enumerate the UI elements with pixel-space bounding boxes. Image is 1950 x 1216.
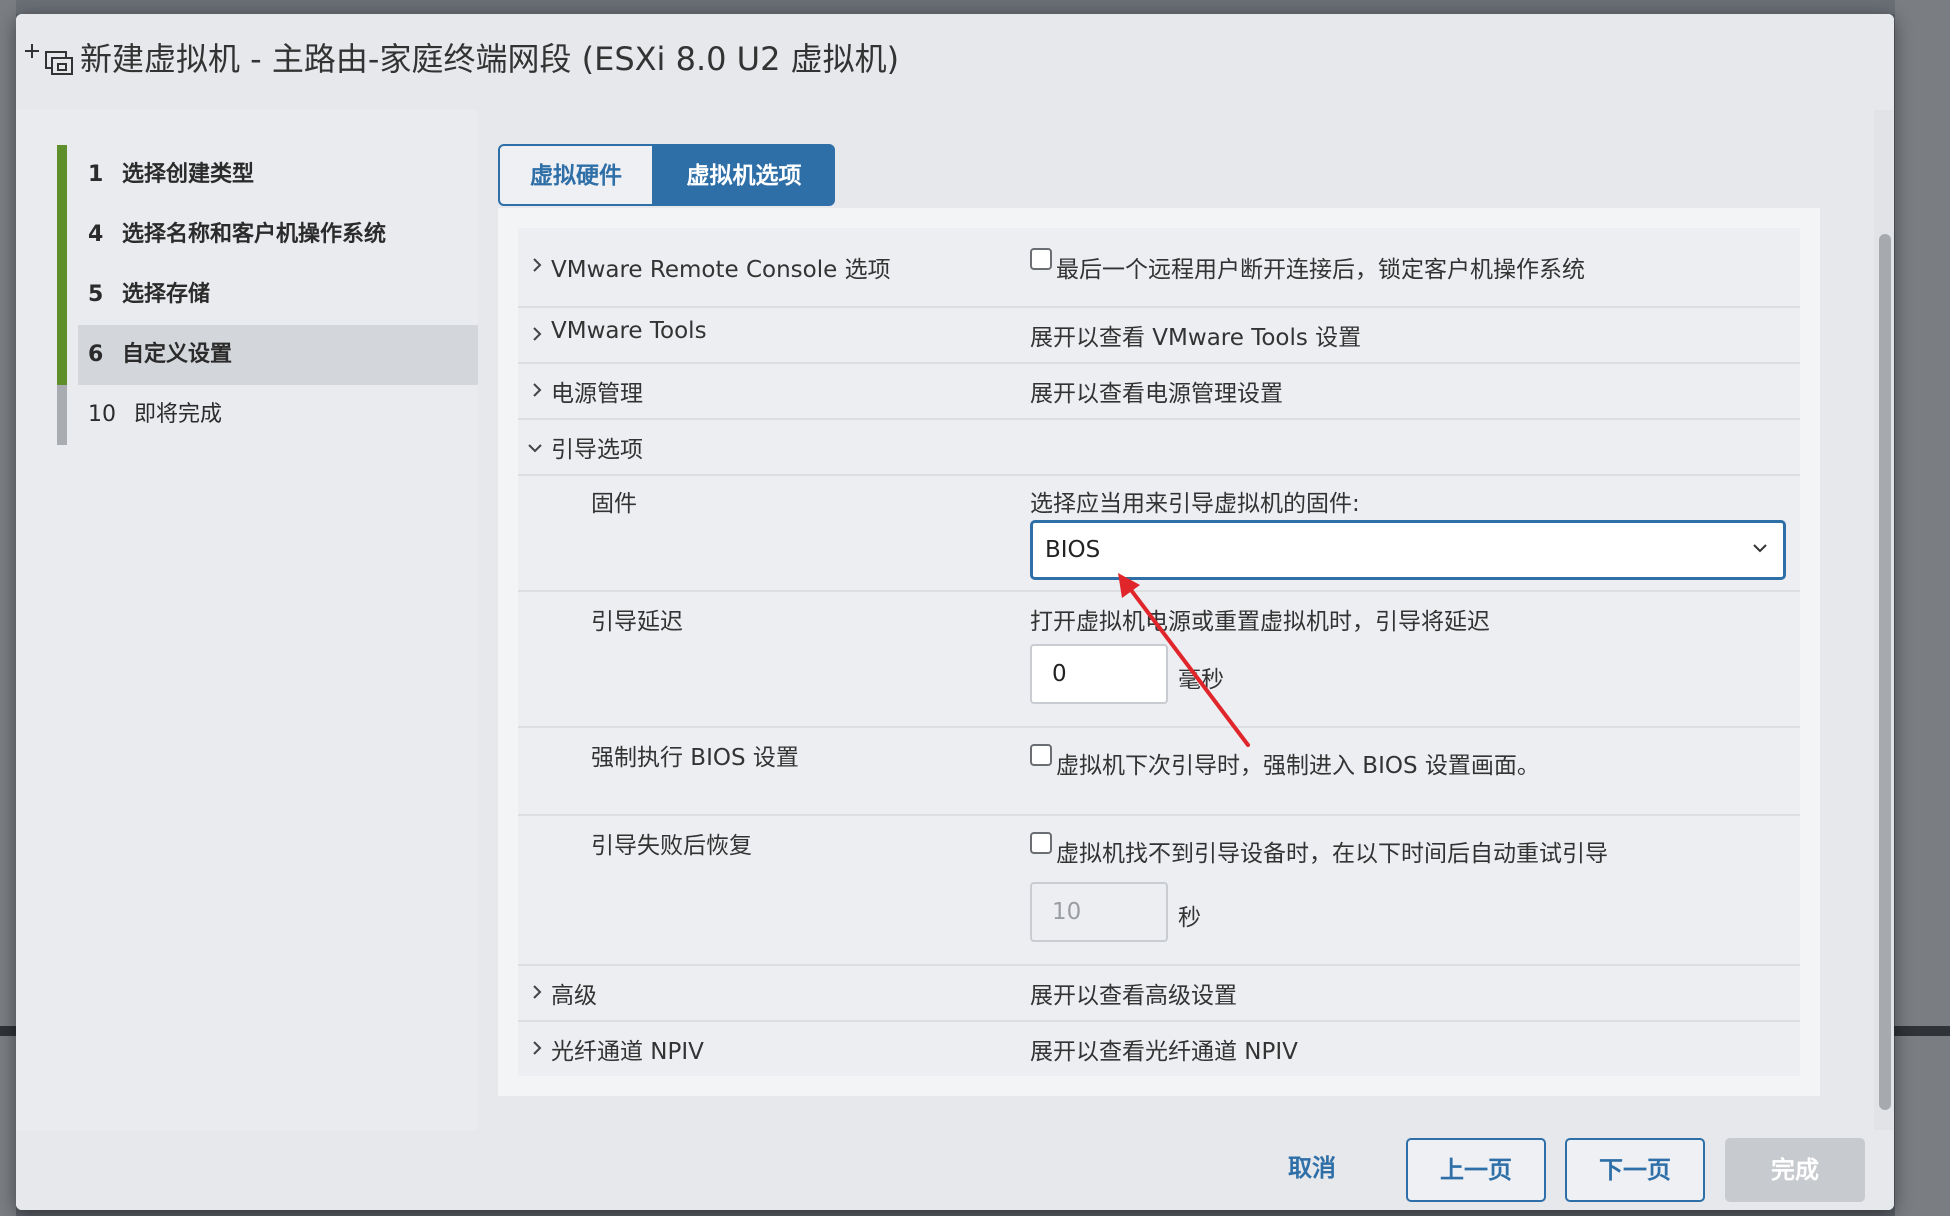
steps-pending-indicator (57, 385, 67, 445)
nav-step-customize-settings[interactable]: 6 自定义设置 (78, 325, 478, 385)
chevron-right-icon (533, 1041, 542, 1055)
chevron-down-icon (528, 444, 542, 453)
nav-step-select-creation-type[interactable]: 1 选择创建类型 (78, 145, 478, 205)
options-row-power: 电源管理 展开以查看电源管理设置 (518, 362, 1800, 418)
options-row-npiv: 光纤通道 NPIV 展开以查看光纤通道 NPIV (518, 1020, 1800, 1076)
background-toolbar (0, 0, 1950, 14)
chevron-right-icon (533, 327, 542, 341)
step-label: 自定义设置 (122, 342, 233, 367)
row-value-cell: 最后一个远程用户断开连接后，锁定客户机操作系统 (1018, 228, 1800, 306)
options-row-boot: 引导选项 (518, 418, 1800, 474)
row-label-cell: 强制执行 BIOS 设置 (518, 728, 1018, 814)
step-number: 4 (88, 222, 104, 247)
step-label: 选择创建类型 (122, 162, 255, 187)
chevron-down-icon (1753, 544, 1767, 553)
dialog-title: 新建虚拟机 - 主路由-家庭终端网段 (ESXi 8.0 U2 虚拟机) (80, 40, 900, 78)
back-button[interactable]: 上一页 (1406, 1138, 1546, 1202)
options-row-boot-delay: 引导延迟 打开虚拟机电源或重置虚拟机时，引导将延迟 0 毫秒 (518, 590, 1800, 726)
dialog-footer: 取消 上一页 下一页 完成 (16, 1130, 1894, 1210)
boot-label: 引导选项 (551, 437, 643, 463)
options-row-vmrc: VMware Remote Console 选项 最后一个远程用户断开连接后，锁… (518, 228, 1800, 306)
boot-recovery-delay-input[interactable]: 10 (1030, 882, 1168, 942)
row-label-cell[interactable]: 高级 (518, 966, 1018, 1020)
scrollbar-thumb[interactable] (1879, 234, 1891, 1110)
cancel-button[interactable]: 取消 (1252, 1138, 1372, 1202)
boot-recovery-label: 引导失败后恢复 (591, 833, 752, 859)
finish-button[interactable]: 完成 (1725, 1138, 1865, 1202)
boot-delay-unit: 毫秒 (1178, 667, 1224, 693)
vmrc-lock-checkbox[interactable] (1030, 248, 1052, 270)
steps-complete-indicator (57, 145, 67, 385)
firmware-select[interactable]: BIOS (1030, 520, 1786, 580)
row-label-cell: 引导失败后恢复 (518, 816, 1018, 964)
step-number: 5 (88, 282, 104, 307)
boot-recovery-unit: 秒 (1178, 905, 1201, 931)
force-bios-checkbox[interactable] (1030, 744, 1052, 766)
nav-step-select-name-os[interactable]: 4 选择名称和客户机操作系统 (78, 205, 478, 265)
row-value-cell: 选择应当用来引导虚拟机的固件: BIOS (1018, 476, 1800, 590)
dialog-header: 新建虚拟机 - 主路由-家庭终端网段 (ESXi 8.0 U2 虚拟机) (16, 14, 1894, 110)
nav-step-select-storage[interactable]: 5 选择存储 (78, 265, 478, 325)
wizard-steps-nav: 1 选择创建类型 4 选择名称和客户机操作系统 5 选择存储 6 自定义设置 10 即将完… (16, 110, 478, 1130)
nav-step-ready-to-complete[interactable]: 10 即将完成 (78, 385, 478, 445)
advanced-label: 高级 (551, 983, 597, 1009)
npiv-value: 展开以查看光纤通道 NPIV (1030, 1039, 1298, 1065)
chevron-right-icon (533, 985, 542, 999)
new-vm-icon (25, 44, 73, 75)
row-label-cell: 引导延迟 (518, 592, 1018, 726)
options-row-firmware: 固件 选择应当用来引导虚拟机的固件: BIOS (518, 474, 1800, 590)
boot-recovery-checkbox[interactable] (1030, 832, 1052, 854)
boot-recovery-checkbox-label: 虚拟机找不到引导设备时，在以下时间后自动重试引导 (1056, 841, 1608, 867)
tools-label: VMware Tools (551, 318, 707, 344)
step-label: 即将完成 (134, 402, 223, 427)
row-label-cell: 固件 (518, 476, 1018, 590)
chevron-right-icon (533, 258, 542, 272)
content-scrollbar[interactable] (1874, 110, 1894, 1130)
row-value-cell: 展开以查看高级设置 (1018, 966, 1800, 1020)
boot-delay-label: 引导延迟 (591, 609, 683, 635)
options-row-boot-recovery: 引导失败后恢复 虚拟机找不到引导设备时，在以下时间后自动重试引导 10 秒 (518, 814, 1800, 964)
row-label-cell[interactable]: 电源管理 (518, 364, 1018, 418)
row-value-cell (1018, 420, 1800, 474)
vmrc-label: VMware Remote Console 选项 (551, 257, 891, 283)
force-bios-label: 强制执行 BIOS 设置 (591, 745, 799, 771)
step-label: 选择存储 (122, 282, 211, 307)
advanced-value: 展开以查看高级设置 (1030, 983, 1237, 1009)
firmware-prompt: 选择应当用来引导虚拟机的固件: (1030, 491, 1360, 517)
tab-vm-options[interactable]: 虚拟机选项 (653, 144, 835, 206)
boot-delay-input[interactable]: 0 (1030, 644, 1168, 704)
options-row-tools: VMware Tools 展开以查看 VMware Tools 设置 (518, 306, 1800, 362)
power-value: 展开以查看电源管理设置 (1030, 381, 1283, 407)
step-label: 选择名称和客户机操作系统 (122, 222, 387, 247)
row-value-cell: 打开虚拟机电源或重置虚拟机时，引导将延迟 0 毫秒 (1018, 592, 1800, 726)
tools-value: 展开以查看 VMware Tools 设置 (1030, 325, 1362, 351)
options-row-force-bios: 强制执行 BIOS 设置 虚拟机下次引导时，强制进入 BIOS 设置画面。 (518, 726, 1800, 814)
row-value-cell: 虚拟机下次引导时，强制进入 BIOS 设置画面。 (1018, 728, 1800, 814)
row-value-cell: 展开以查看光纤通道 NPIV (1018, 1022, 1800, 1076)
npiv-label: 光纤通道 NPIV (551, 1039, 704, 1065)
vmrc-lock-label: 最后一个远程用户断开连接后，锁定客户机操作系统 (1056, 257, 1585, 283)
row-value-cell: 展开以查看 VMware Tools 设置 (1018, 308, 1800, 362)
row-label-cell[interactable]: 光纤通道 NPIV (518, 1022, 1018, 1076)
firmware-label: 固件 (591, 491, 637, 517)
boot-delay-prompt: 打开虚拟机电源或重置虚拟机时，引导将延迟 (1030, 609, 1490, 635)
step-number: 1 (88, 162, 104, 187)
options-row-advanced: 高级 展开以查看高级设置 (518, 964, 1800, 1020)
chevron-right-icon (533, 383, 542, 397)
next-button[interactable]: 下一页 (1565, 1138, 1705, 1202)
force-bios-checkbox-label: 虚拟机下次引导时，强制进入 BIOS 设置画面。 (1056, 753, 1540, 779)
tab-virtual-hardware[interactable]: 虚拟硬件 (498, 144, 654, 206)
row-label-cell[interactable]: 引导选项 (518, 420, 1018, 474)
step-number: 10 (88, 402, 116, 427)
power-label: 电源管理 (551, 381, 643, 407)
row-value-cell: 展开以查看电源管理设置 (1018, 364, 1800, 418)
step-number: 6 (88, 342, 104, 367)
row-label-cell[interactable]: VMware Tools (518, 308, 1018, 362)
row-label-cell[interactable]: VMware Remote Console 选项 (518, 228, 1018, 306)
firmware-selected-value: BIOS (1045, 537, 1101, 563)
row-value-cell: 虚拟机找不到引导设备时，在以下时间后自动重试引导 10 秒 (1018, 816, 1800, 964)
